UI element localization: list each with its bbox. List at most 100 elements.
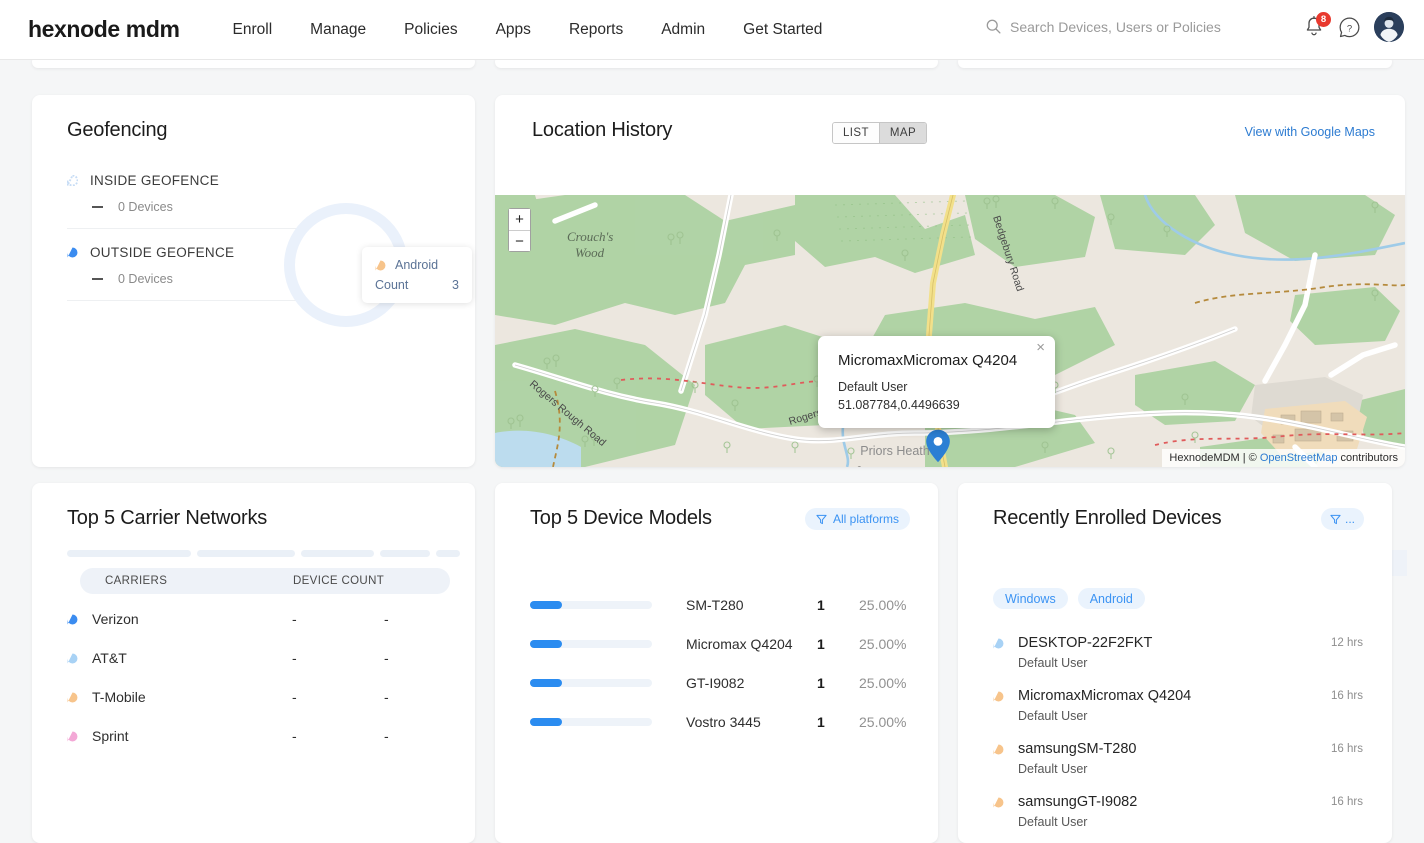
inside-geofence-count: 0 Devices (118, 200, 173, 214)
nav-item-apps[interactable]: Apps (477, 21, 550, 39)
nav-item-reports[interactable]: Reports (550, 21, 642, 39)
app-header: hexnode mdm Enroll Manage Policies Apps … (0, 0, 1424, 60)
device-name: samsungGT-I9082 (1018, 794, 1138, 810)
device-enrolled-time: 16 hrs (1331, 690, 1363, 702)
header-actions: 8 ? (1303, 12, 1404, 42)
map-zoom-out-button[interactable]: − (509, 230, 530, 251)
tooltip-count-value: 3 (452, 278, 459, 292)
all-platforms-filter-button[interactable]: All platforms (804, 508, 910, 530)
model-name: Micromax Q4204 (686, 636, 793, 652)
carrier-device-count: - (292, 728, 297, 744)
location-view-list[interactable]: LIST (833, 123, 879, 143)
device-platform-icon (993, 638, 1004, 648)
list-item[interactable]: samsungSM-T280 16 hrs Default User (993, 741, 1363, 776)
skeleton-bar (436, 550, 460, 557)
nav-item-admin[interactable]: Admin (642, 21, 724, 39)
table-row[interactable]: GT-I9082 1 25.00% (530, 675, 910, 691)
svg-text:Crouch's: Crouch's (567, 229, 613, 244)
filter-icon (1330, 514, 1341, 524)
list-item[interactable]: samsungGT-I9082 16 hrs Default User (993, 794, 1363, 829)
table-row[interactable]: AT&T - - (67, 650, 447, 666)
filter-icon (816, 514, 827, 524)
model-count: 1 (817, 636, 825, 652)
carrier-name: T-Mobile (92, 689, 146, 705)
notification-badge: 8 (1316, 12, 1331, 27)
column-header-carriers: CARRIERS (105, 575, 168, 587)
model-count: 1 (817, 597, 825, 613)
model-name: SM-T280 (686, 597, 744, 613)
device-name: samsungSM-T280 (1018, 741, 1137, 757)
carrier-percent: - (384, 650, 389, 666)
device-platform-icon (993, 797, 1004, 807)
popup-coordinates: 51.087784,0.4496639 (838, 398, 960, 413)
tooltip-count-label: Count (375, 278, 409, 292)
model-share-bar (530, 679, 652, 687)
outside-geofence-trend-icon (92, 278, 103, 280)
openstreetmap-link[interactable]: OpenStreetMap (1260, 452, 1338, 464)
popup-device-name: MicromaxMicromax Q4204 (838, 352, 1018, 369)
platform-tag-android[interactable]: Android (1077, 588, 1145, 609)
svg-text:?: ? (1347, 23, 1352, 34)
model-count: 1 (817, 675, 825, 691)
list-item[interactable]: MicromaxMicromax Q4204 16 hrs Default Us… (993, 688, 1363, 723)
model-count: 1 (817, 714, 825, 730)
nav-item-manage[interactable]: Manage (291, 21, 385, 39)
view-with-google-maps-link[interactable]: View with Google Maps (1245, 125, 1375, 139)
attribution-prefix: HexnodeMDM | © (1169, 452, 1260, 464)
list-item[interactable]: DESKTOP-22F2FKT 12 hrs Default User (993, 635, 1363, 670)
outside-geofence-count: 0 Devices (118, 272, 173, 286)
model-name: Vostro 3445 (686, 714, 761, 730)
map-canvas[interactable]: Crouch's Wood Rogers Rough Road Rogers R… (495, 195, 1405, 467)
attribution-suffix: contributors (1337, 452, 1398, 464)
avatar[interactable] (1374, 12, 1404, 42)
nav-item-policies[interactable]: Policies (385, 21, 476, 39)
device-platform-icon (993, 691, 1004, 701)
recent-title: Recently Enrolled Devices (993, 507, 1222, 529)
table-row[interactable]: Verizon - - (67, 611, 447, 627)
svg-text:Wood: Wood (575, 245, 605, 260)
device-name: DESKTOP-22F2FKT (1018, 635, 1153, 651)
geofencing-row-inside[interactable]: INSIDE GEOFENCE 0 Devices (67, 173, 297, 229)
top-device-models-card: Top 5 Device Models All platforms MODEL … (495, 483, 1407, 843)
table-row[interactable]: SM-T280 1 25.00% (530, 597, 910, 613)
svg-text:Priors Heath: Priors Heath (860, 444, 930, 458)
map-attribution: HexnodeMDM | © OpenStreetMap contributor… (1162, 449, 1405, 467)
notifications-button[interactable]: 8 (1303, 12, 1331, 39)
map-zoom-controls: + − (508, 208, 531, 252)
table-row[interactable]: T-Mobile - - (67, 689, 447, 705)
table-row[interactable]: Vostro 3445 1 25.00% (530, 714, 910, 730)
location-view-map[interactable]: MAP (878, 123, 927, 143)
model-name: GT-I9082 (686, 675, 745, 691)
carriers-table-header: CARRIERS DEVICE COUNT (80, 568, 450, 594)
model-share-bar (530, 601, 652, 609)
carrier-percent: - (384, 689, 389, 705)
model-share-bar (530, 640, 652, 648)
platform-tag-windows[interactable]: Windows (993, 588, 1068, 609)
geofencing-row-outside[interactable]: OUTSIDE GEOFENCE 0 Devices (67, 245, 297, 301)
map-location-pin[interactable] (925, 429, 951, 463)
avatar-icon (1374, 12, 1404, 42)
nav-item-enroll[interactable]: Enroll (214, 21, 292, 39)
outside-geofence-marker-icon (67, 247, 78, 258)
search-input[interactable] (1010, 18, 1290, 35)
device-user: Default User (1018, 815, 1088, 829)
popup-close-icon[interactable]: × (1036, 340, 1045, 355)
location-view-toggle: LIST MAP (832, 122, 928, 144)
device-enrolled-time: 12 hrs (1331, 637, 1363, 649)
help-icon[interactable]: ? (1339, 17, 1360, 38)
app-logo[interactable]: hexnode mdm (28, 16, 180, 43)
map-zoom-in-button[interactable]: + (509, 209, 530, 230)
carrier-marker-icon (67, 731, 78, 741)
skeleton-bar (197, 550, 295, 557)
nav-item-get-started[interactable]: Get Started (724, 21, 841, 39)
location-history-title: Location History (532, 119, 673, 141)
inside-geofence-trend-icon (92, 206, 103, 208)
carrier-marker-icon (67, 614, 78, 624)
skeleton-bar (301, 550, 374, 557)
search-icon (986, 19, 1001, 34)
global-search[interactable] (985, 18, 1290, 35)
carriers-legend-skeleton (67, 550, 460, 557)
recent-filter-button[interactable]: ... (1320, 508, 1364, 530)
table-row[interactable]: Sprint - - (67, 728, 447, 744)
table-row[interactable]: Micromax Q4204 1 25.00% (530, 636, 910, 652)
